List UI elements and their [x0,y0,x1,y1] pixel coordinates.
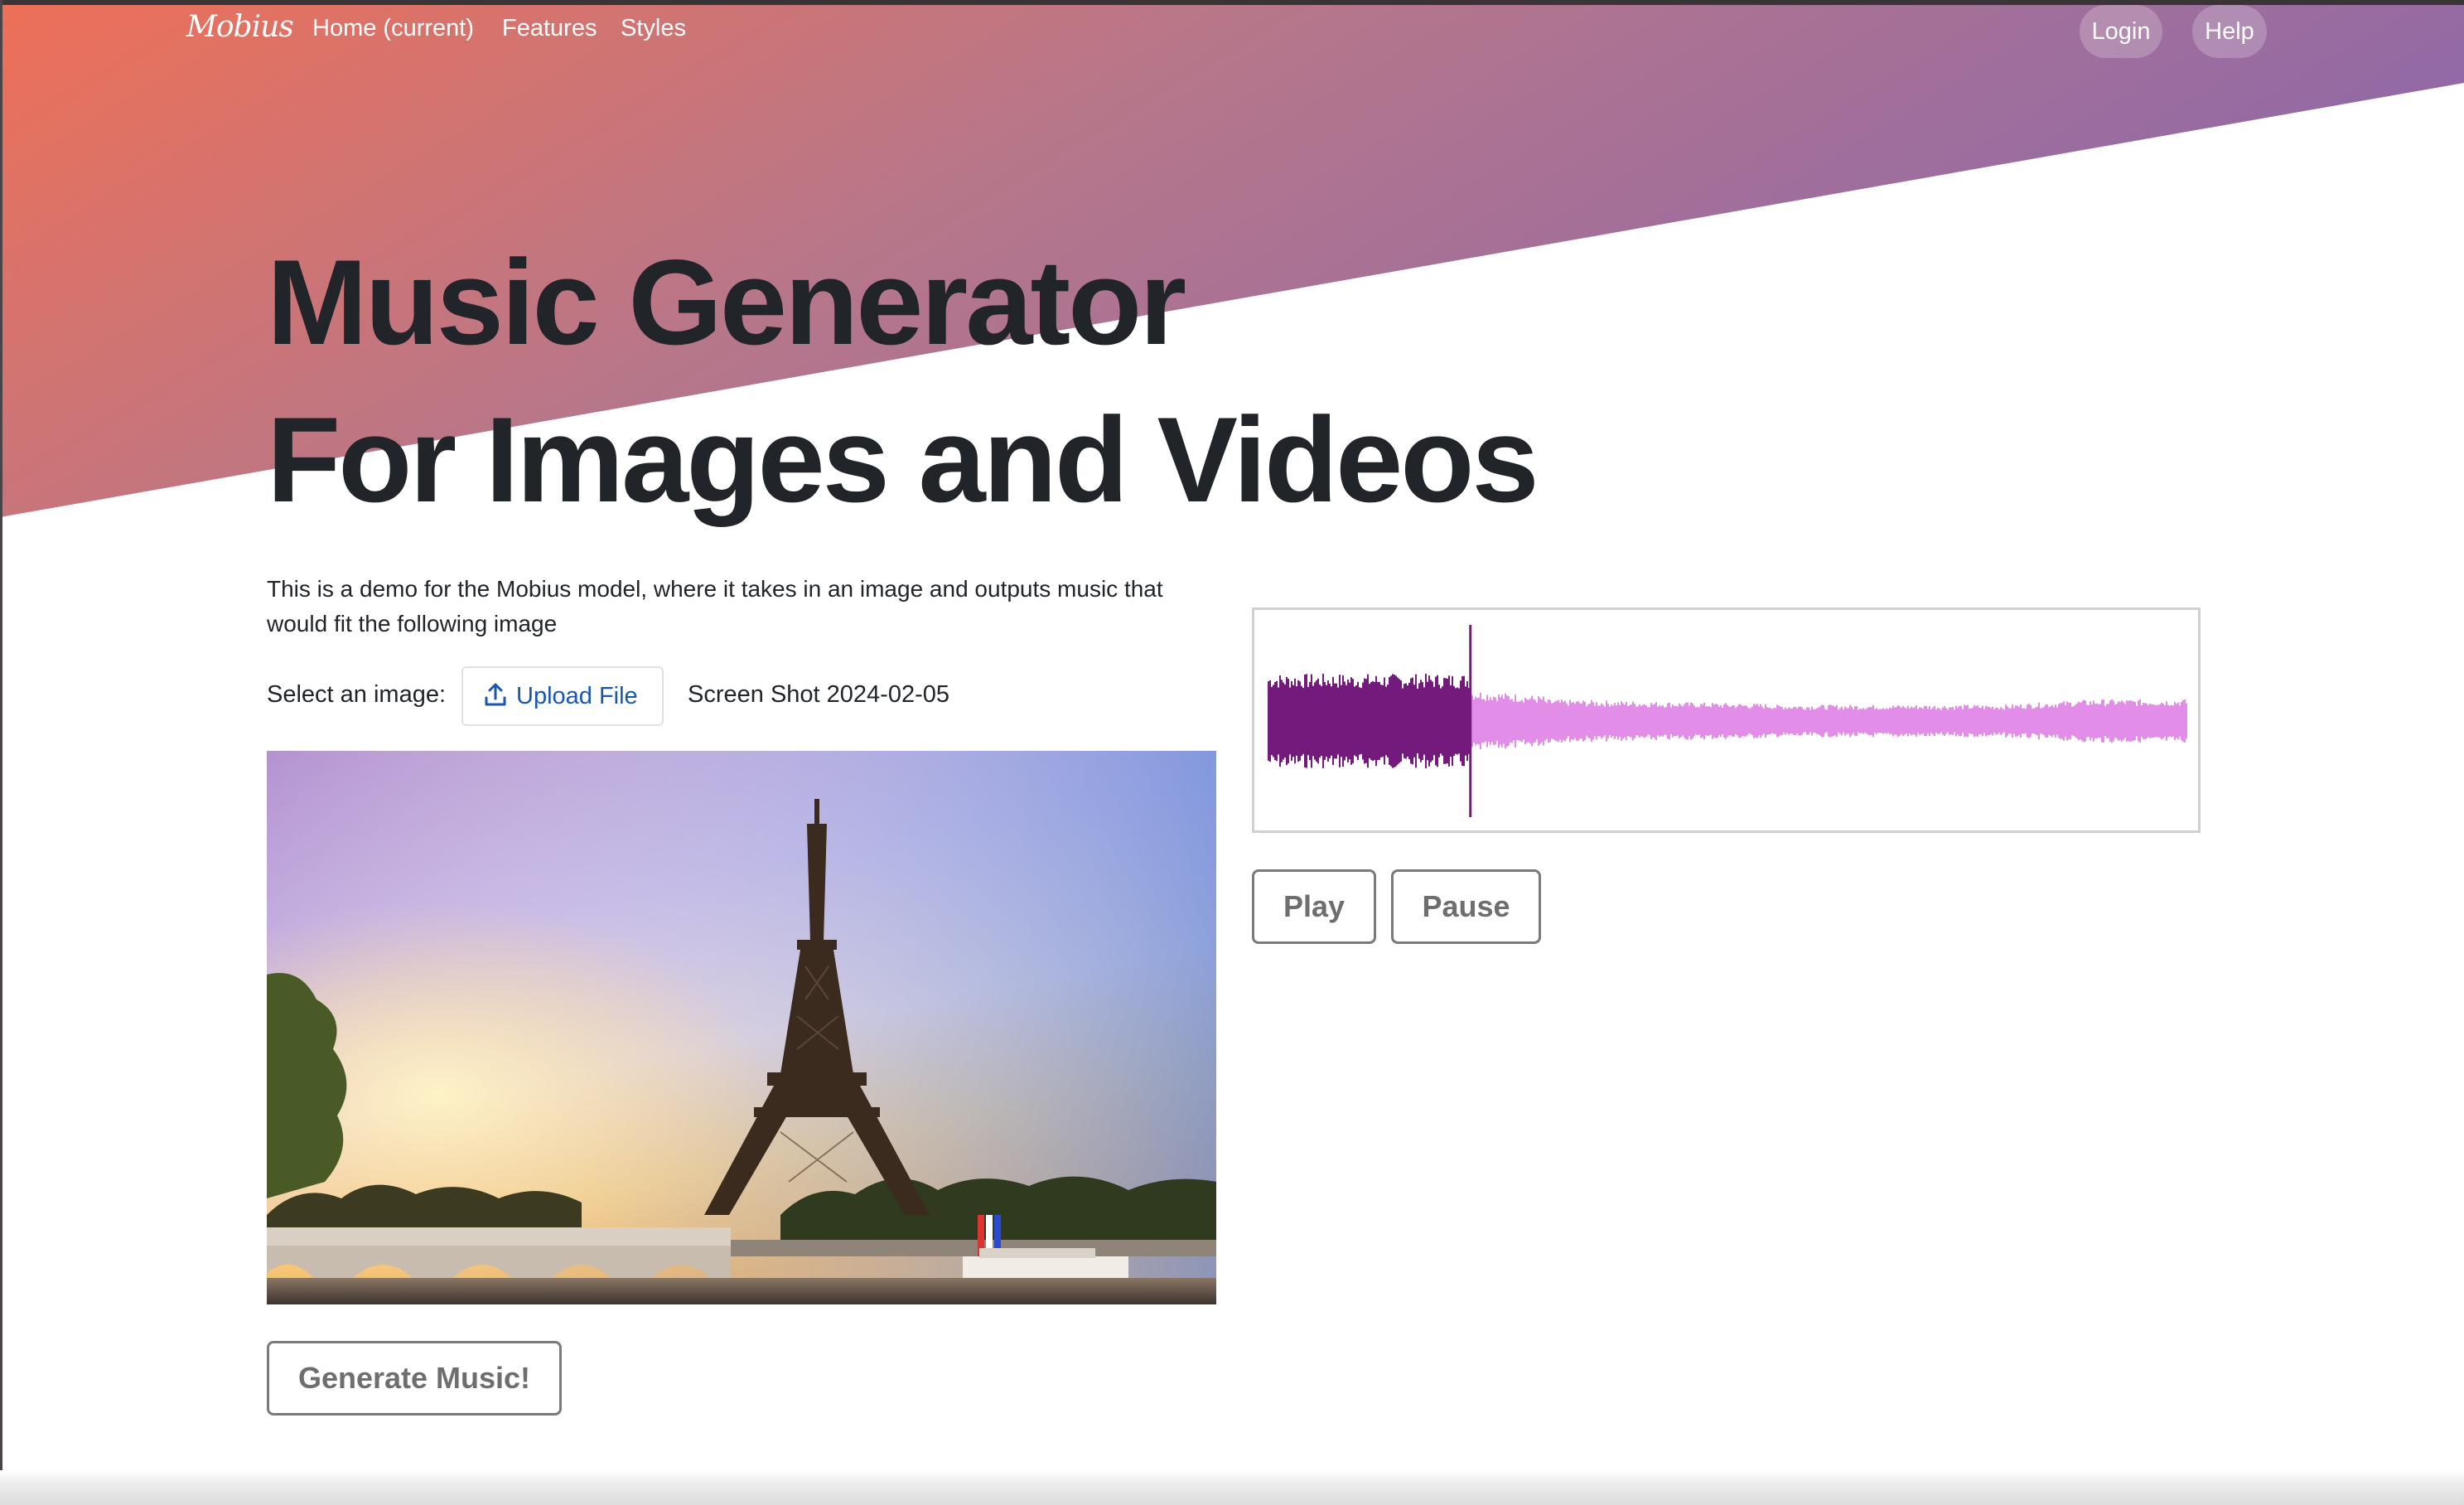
play-button[interactable]: Play [1252,869,1376,944]
upload-file-label: Upload File [516,683,638,709]
nav-link-styles[interactable]: Styles [621,15,686,42]
selected-file-name: Screen Shot 2024-02-05 [688,681,949,708]
nav-link-home[interactable]: Home (current) [312,15,474,42]
brand-logo[interactable]: Mobius [186,10,294,44]
uploaded-image-eiffel-tower [267,751,1216,1304]
window-bottom-edge [0,1470,2464,1505]
window-top-edge [0,0,2464,5]
page-title-line-2: For Images and Videos [267,392,1539,527]
upload-file-button[interactable]: Upload File [461,666,664,726]
pause-button[interactable]: Pause [1391,869,1541,944]
window-left-edge [0,0,2,1505]
login-button[interactable]: Login [2080,5,2162,58]
upload-icon [485,683,506,706]
help-button[interactable]: Help [2192,5,2267,58]
generate-music-button[interactable]: Generate Music! [267,1341,562,1415]
audio-waveform-player[interactable] [1252,607,2201,833]
page-title-line-1: Music Generator [267,235,1186,370]
top-navbar: Mobius Home (current) Features Styles Lo… [0,5,2464,58]
demo-description: This is a demo for the Mobius model, whe… [267,576,1163,636]
waveform-graphic [1268,625,2187,817]
nav-link-features[interactable]: Features [502,15,597,42]
select-image-label: Select an image: [267,681,447,708]
